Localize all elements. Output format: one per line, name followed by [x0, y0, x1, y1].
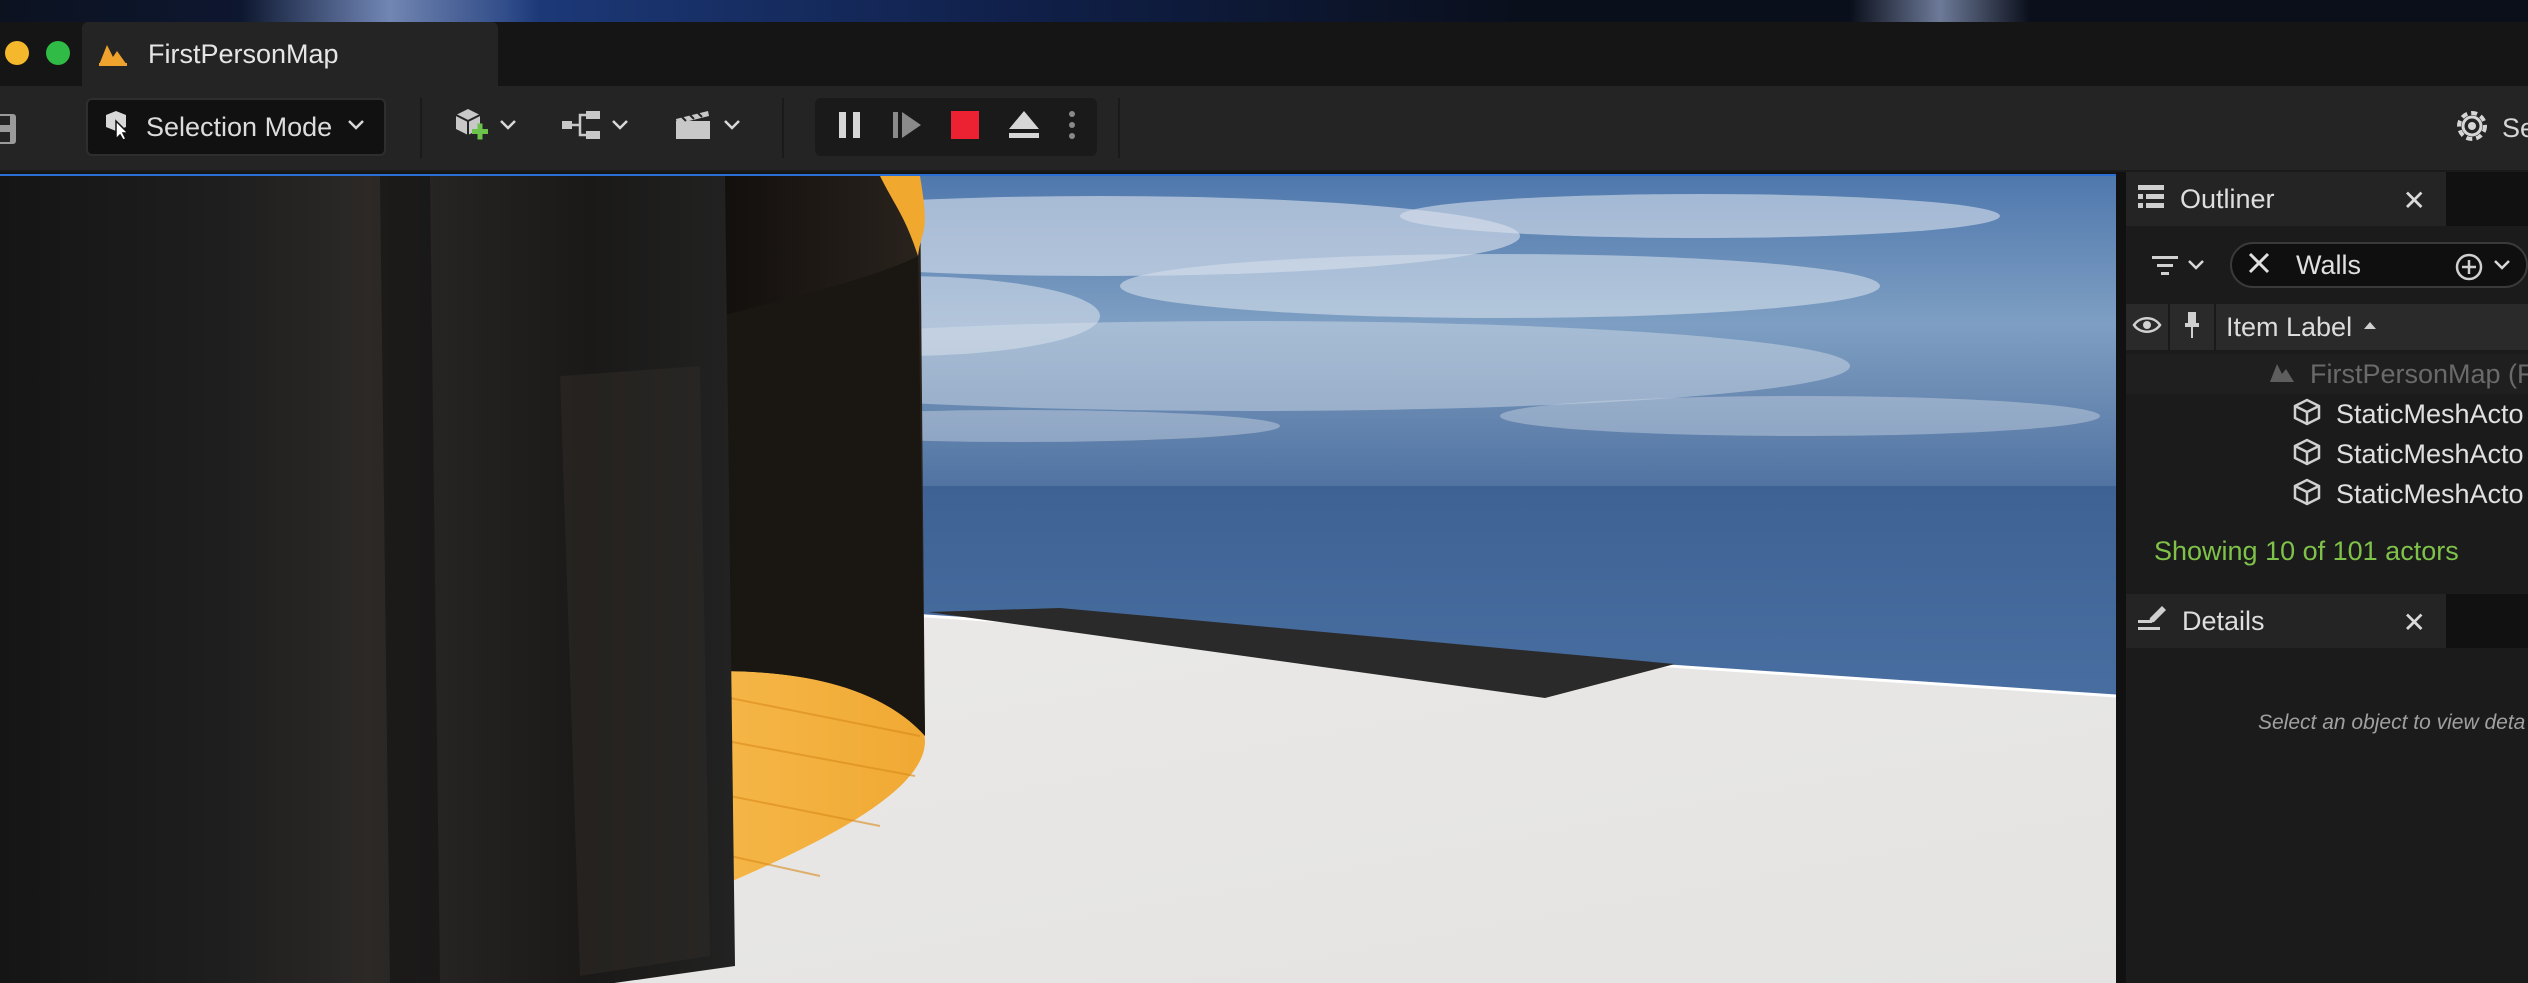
details-empty-hint: Select an object to view deta	[2258, 711, 2526, 734]
chevron-down-icon	[722, 118, 742, 137]
toolbar-separator	[1118, 98, 1120, 158]
create-tools-group	[446, 98, 748, 156]
outliner-status: Showing 10 of 101 actors	[2154, 536, 2459, 566]
details-body	[2126, 648, 2528, 983]
settings-button[interactable]: Se	[2452, 106, 2528, 151]
more-icon[interactable]	[1067, 108, 1077, 147]
panel-splitter[interactable]	[2116, 172, 2126, 983]
curved-wall-face	[720, 256, 925, 736]
maximize-window-button[interactable]	[46, 41, 70, 65]
settings-label: Se	[2502, 113, 2528, 143]
details-icon	[2136, 604, 2168, 639]
filter-icon[interactable]	[2150, 253, 2206, 277]
desktop-wallpaper-strip	[0, 0, 2528, 22]
tree-row-actor[interactable]: StaticMeshActo	[2126, 434, 2528, 474]
outliner-icon	[2136, 182, 2166, 217]
cinematics-icon	[672, 107, 716, 148]
chevron-down-icon	[346, 118, 366, 137]
wallpaper-streak	[240, 0, 540, 22]
search-value: Walls	[2296, 249, 2361, 280]
blueprint-button[interactable]	[554, 98, 636, 156]
level-icon	[2268, 360, 2296, 389]
toolbar-separator	[782, 98, 784, 158]
minimize-window-button[interactable]	[5, 41, 29, 65]
pillar-highlight	[560, 366, 710, 976]
chevron-down-icon	[610, 118, 630, 137]
tree-row-label: FirstPersonMap (F	[2310, 358, 2528, 389]
chevron-down-icon	[498, 118, 518, 137]
add-actor-icon	[452, 105, 492, 150]
static-mesh-icon	[2292, 438, 2322, 471]
outliner-title: Outliner	[2180, 183, 2275, 214]
pin-column[interactable]	[2170, 304, 2216, 350]
pause-icon[interactable]	[835, 108, 865, 147]
step-icon[interactable]	[890, 108, 924, 147]
tree-row-actor[interactable]: StaticMeshActo	[2126, 394, 2528, 434]
selection-mode-dropdown[interactable]: Selection Mode	[86, 98, 386, 156]
level-icon	[96, 40, 130, 68]
sort-ascending-icon	[2362, 318, 2378, 336]
selection-mode-label: Selection Mode	[146, 111, 333, 142]
toolbar-separator	[420, 98, 422, 158]
stop-icon[interactable]	[948, 108, 982, 147]
selection-mode-icon	[102, 109, 132, 146]
clear-search-icon[interactable]	[2246, 250, 2272, 281]
tree-row-level[interactable]: FirstPersonMap (F	[2126, 354, 2528, 394]
tree-row-label: StaticMeshActo	[2336, 478, 2524, 509]
play-controls	[815, 98, 1097, 156]
tree-row-label: StaticMeshActo	[2336, 438, 2524, 469]
settings-icon	[2452, 106, 2492, 151]
item-label-header: Item Label	[2226, 311, 2353, 342]
item-label-column[interactable]: Item Label	[2216, 312, 2378, 343]
tree-row-label: StaticMeshActo	[2336, 398, 2524, 429]
visibility-column[interactable]	[2126, 304, 2170, 350]
static-mesh-icon	[2292, 398, 2322, 431]
tree-row-actor[interactable]: StaticMeshActo	[2126, 474, 2528, 514]
level-viewport[interactable]	[0, 174, 2116, 983]
save-icon[interactable]	[0, 110, 20, 148]
title-bar: FirstPersonMap	[0, 22, 2528, 86]
outliner-tab[interactable]: Outliner ✕	[2126, 172, 2446, 226]
eject-icon[interactable]	[1006, 108, 1042, 147]
blueprint-icon	[560, 107, 604, 148]
chevron-down-icon[interactable]	[2492, 258, 2512, 277]
outliner-column-header: Item Label	[2126, 304, 2528, 350]
cinematics-button[interactable]	[666, 98, 748, 156]
pin-icon	[2182, 310, 2202, 345]
add-actor-button[interactable]	[446, 98, 524, 156]
wallpaper-streak	[1850, 0, 2030, 22]
main-toolbar: Selection Mode Se	[0, 86, 2528, 172]
details-title: Details	[2182, 605, 2265, 636]
close-icon[interactable]: ✕	[2403, 184, 2426, 217]
static-mesh-icon	[2292, 478, 2322, 511]
pillar-shadow	[380, 176, 440, 983]
level-tab-label: FirstPersonMap	[148, 38, 339, 69]
level-tab[interactable]: FirstPersonMap	[82, 22, 498, 86]
add-filter-icon[interactable]	[2454, 252, 2484, 287]
close-icon[interactable]: ✕	[2403, 606, 2426, 639]
details-tab[interactable]: Details ✕	[2126, 594, 2446, 648]
outliner-search-input[interactable]: Walls	[2230, 242, 2528, 288]
eye-icon	[2132, 315, 2162, 340]
